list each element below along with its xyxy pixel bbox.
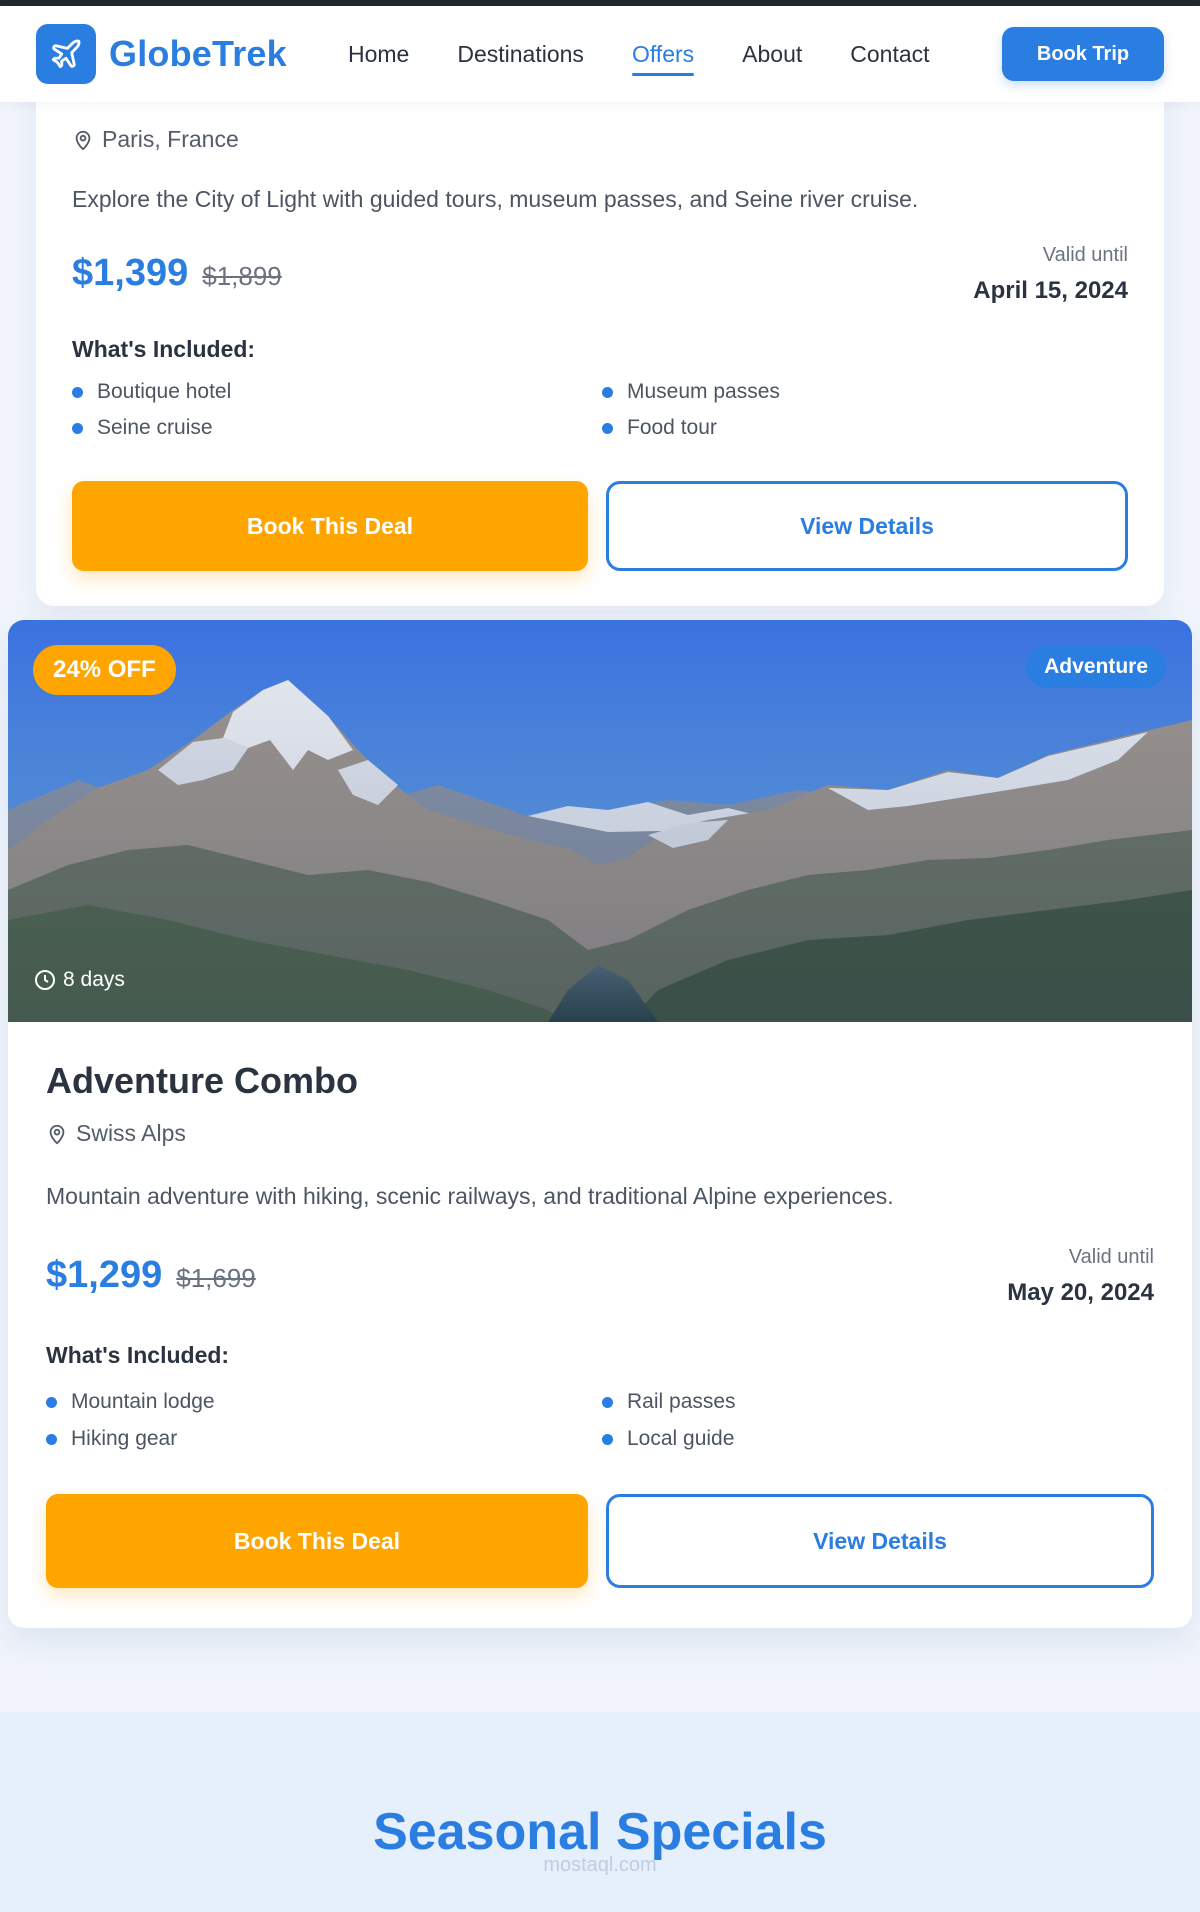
category-badge: Adventure [1026, 646, 1166, 688]
bullet-dot [602, 1396, 613, 1408]
bullet-dot [602, 422, 613, 434]
main-nav: Home Destinations Offers About Contact [348, 6, 978, 102]
book-trip-button[interactable]: Book Trip [1002, 27, 1164, 81]
valid-until-label: Valid until [1042, 244, 1128, 266]
offer-location: Paris, France [72, 126, 239, 153]
included-title: What's Included: [72, 336, 256, 362]
feature-item: Rail passes [602, 1390, 736, 1414]
valid-until-label: Valid until [1068, 1246, 1154, 1268]
valid-until-date: April 15, 2024 [973, 277, 1128, 304]
view-details-button[interactable]: View Details [606, 481, 1128, 571]
offer-validity: Valid until May 20, 2024 [1007, 1246, 1154, 1307]
offer-title: Adventure Combo [46, 1060, 359, 1101]
bullet-dot [602, 386, 613, 398]
feature-item: Boutique hotel [72, 380, 231, 404]
location-pin-icon [49, 1124, 65, 1144]
valid-until-date: May 20, 2024 [1007, 1279, 1154, 1306]
duration-indicator: 8 days [33, 968, 125, 992]
feature-label: Mountain lodge [71, 1390, 215, 1413]
feature-label: Hiking gear [71, 1427, 178, 1450]
offer-price-row: $1,299 $1,699 [46, 1254, 256, 1297]
feature-item: Hiking gear [46, 1427, 177, 1451]
nav-home[interactable]: Home [348, 35, 409, 74]
view-details-button[interactable]: View Details [606, 1494, 1154, 1588]
offer-card-swiss-alps: 24% OFF Adventure 8 days Adventure Combo… [8, 620, 1192, 1628]
bullet-dot [46, 1396, 57, 1408]
brand-logo[interactable]: GlobeTrek [36, 24, 287, 84]
nav-offers[interactable]: Offers [631, 35, 695, 76]
feature-item: Food tour [602, 416, 717, 440]
bullet-dot [46, 1433, 57, 1445]
feature-item: Seine cruise [72, 416, 213, 440]
feature-label: Food tour [627, 416, 717, 439]
offer-location: Swiss Alps [46, 1120, 186, 1147]
offer-location-text: Swiss Alps [76, 1120, 186, 1146]
bullet-dot [72, 386, 83, 398]
feature-label: Local guide [627, 1427, 735, 1450]
feature-label: Rail passes [627, 1390, 736, 1413]
brand-name: GlobeTrek [109, 33, 287, 74]
book-deal-button[interactable]: Book This Deal [72, 481, 588, 571]
offer-card-paris: Paris, France Explore the City of Light … [36, 40, 1164, 606]
nav-destinations[interactable]: Destinations [457, 35, 584, 74]
included-title: What's Included: [46, 1342, 230, 1368]
offer-price: $1,299 [46, 1254, 163, 1296]
clock-icon [35, 970, 55, 990]
book-deal-button[interactable]: Book This Deal [46, 1494, 588, 1588]
bullet-dot [602, 1433, 613, 1445]
offer-price-row: $1,399 $1,899 [72, 252, 282, 295]
section-title: Seasonal Specials [373, 1803, 827, 1861]
feature-item: Local guide [602, 1427, 734, 1451]
feature-label: Boutique hotel [97, 380, 232, 403]
nav-about[interactable]: About [742, 35, 802, 74]
discount-badge: 24% OFF [33, 645, 176, 695]
plane-icon [36, 24, 96, 84]
offer-old-price: $1,899 [202, 261, 282, 291]
offer-location-text: Paris, France [102, 126, 239, 152]
feature-item: Museum passes [602, 380, 780, 404]
location-pin-icon [75, 130, 91, 150]
nav-contact[interactable]: Contact [850, 35, 929, 74]
feature-label: Museum passes [627, 380, 780, 403]
feature-item: Mountain lodge [46, 1390, 215, 1414]
offer-description: Explore the City of Light with guided to… [72, 186, 919, 212]
bullet-dot [72, 422, 83, 434]
duration-text: 8 days [63, 968, 125, 991]
offer-price: $1,399 [72, 252, 189, 294]
seasonal-specials-section: Seasonal Specials mostaql.com [0, 1712, 1200, 1912]
offer-description: Mountain adventure with hiking, scenic r… [46, 1183, 894, 1209]
offer-validity: Valid until April 15, 2024 [973, 244, 1128, 305]
feature-label: Seine cruise [97, 416, 213, 439]
watermark: mostaql.com [543, 1854, 657, 1876]
offer-old-price: $1,699 [176, 1263, 256, 1293]
offer-hero-image: 24% OFF Adventure 8 days [8, 620, 1192, 1022]
site-header: GlobeTrek Home Destinations Offers About… [0, 6, 1200, 102]
